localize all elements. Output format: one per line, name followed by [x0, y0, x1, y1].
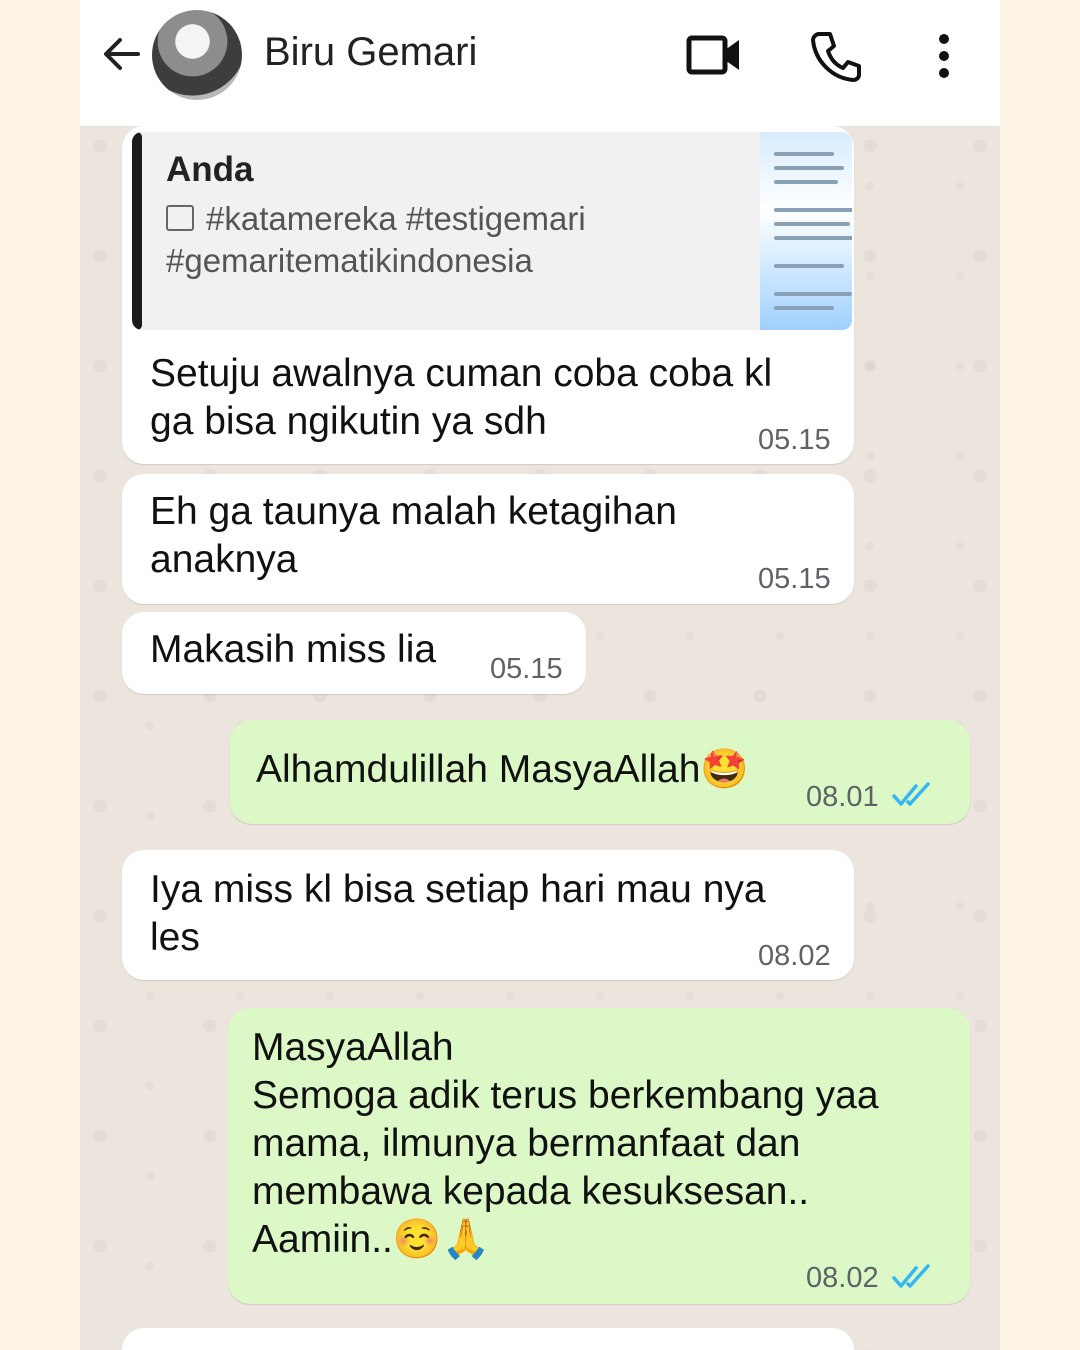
chat-header: Biru Gemari [80, 0, 1000, 127]
message-text: Alhamdulillah MasyaAllah🤩 [256, 748, 749, 791]
back-arrow-icon[interactable] [98, 30, 146, 78]
video-call-icon[interactable] [686, 32, 742, 78]
message-text: Makasih miss lia [150, 628, 437, 671]
message-time: 05.15 [758, 563, 831, 595]
message-time: 08.02 [758, 940, 831, 972]
image-icon [166, 205, 194, 232]
read-receipt-icon [892, 1264, 930, 1288]
quote-text: #katamereka #testigemari #gemaritematiki… [166, 200, 586, 279]
quote-accent-bar [132, 132, 142, 330]
message-time: 05.15 [490, 653, 563, 685]
message-time: 08.02 [806, 1262, 879, 1294]
voice-call-icon[interactable] [810, 30, 862, 82]
chat-screen: Biru Gemari Anda #katamereka #testigemar… [80, 0, 1000, 1350]
more-options-icon[interactable] [932, 32, 956, 80]
quote-author: Anda [166, 150, 254, 189]
quote-thumbnail [760, 132, 852, 330]
message-time: 05.15 [758, 424, 831, 456]
message-time: 08.01 [806, 781, 879, 813]
incoming-message-bubble[interactable] [122, 1328, 854, 1350]
contact-avatar[interactable] [152, 10, 242, 100]
message-text: Setuju awalnya cuman coba coba kl ga bis… [150, 352, 773, 443]
quoted-message[interactable]: Anda #katamereka #testigemari #gemaritem… [132, 132, 852, 330]
quote-text-block: #katamereka #testigemari #gemaritematiki… [166, 198, 646, 282]
contact-name[interactable]: Biru Gemari [264, 30, 477, 75]
message-text: Eh ga taunya malah ketagihan anaknya [150, 490, 677, 581]
read-receipt-icon [892, 782, 930, 806]
message-text: Iya miss kl bisa setiap hari mau nya les [150, 868, 766, 959]
message-text: MasyaAllah Semoga adik terus berkembang … [252, 1026, 879, 1261]
